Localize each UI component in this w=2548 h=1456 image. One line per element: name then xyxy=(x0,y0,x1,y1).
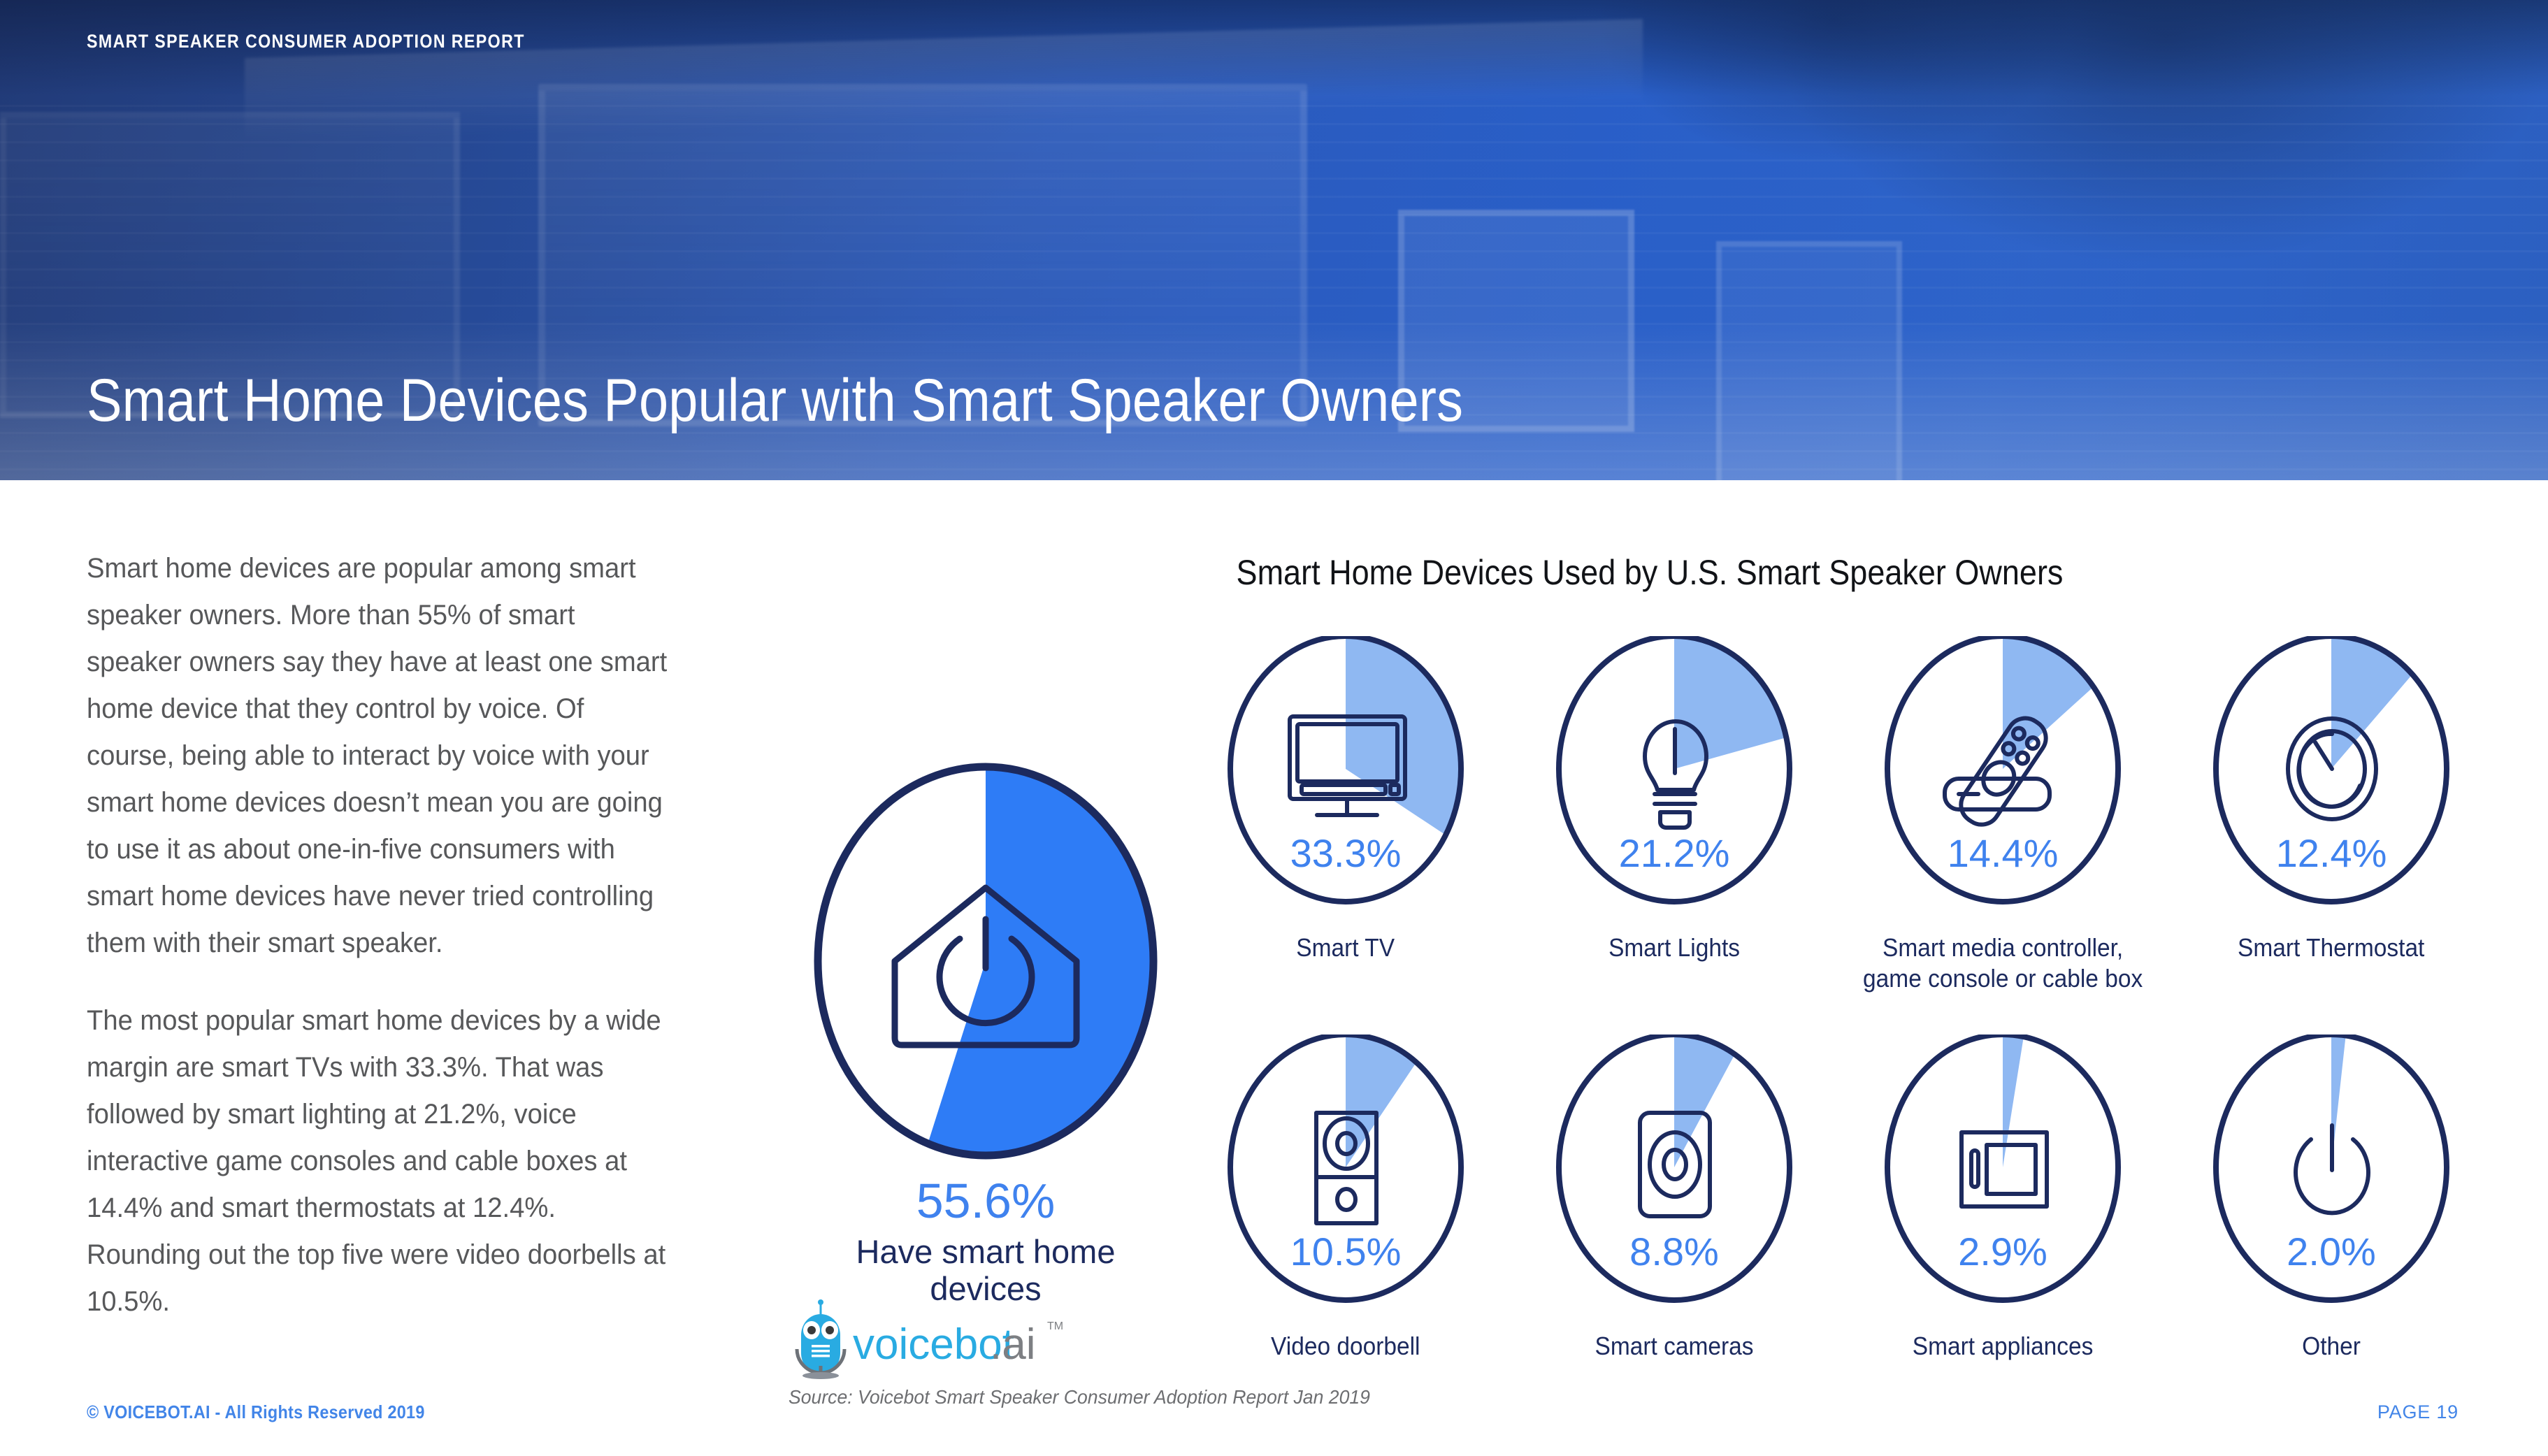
device-pie-label-line2: game console or cable box xyxy=(1862,963,2143,993)
device-pie-svg: 14.4% xyxy=(1885,636,2121,904)
device-pie-chart: 12.4% xyxy=(2209,636,2454,923)
device-pie-svg: 8.8% xyxy=(1556,1034,1792,1303)
highlight-pie-value: 55.6% xyxy=(916,1174,1056,1228)
device-pie-value: 12.4% xyxy=(2276,831,2387,875)
device-pie-chart: 2.9% xyxy=(1880,1034,2125,1321)
device-pie-row-2: 10.5% Video doorbell 8.8% Smart cameras xyxy=(1181,1034,2496,1362)
highlight-pie-wedge xyxy=(928,767,1153,1155)
device-pie-label: Smart appliances xyxy=(1913,1331,2094,1362)
body-paragraph-1: Smart home devices are popular among sma… xyxy=(87,553,668,958)
device-pie-value: 8.8% xyxy=(1629,1230,1719,1274)
device-pie-cell[interactable]: 2.0% Other xyxy=(2167,1034,2496,1362)
device-pie-svg: 12.4% xyxy=(2213,636,2449,904)
device-pie-svg: 10.5% xyxy=(1228,1034,1464,1303)
device-pie-cell[interactable]: 10.5% Video doorbell xyxy=(1181,1034,1510,1362)
device-pie-label-line1: Smart appliances xyxy=(1912,1331,2094,1360)
device-pie-chart: 8.8% xyxy=(1552,1034,1797,1321)
highlight-pie-chart xyxy=(811,758,1160,1164)
device-pie-wedge xyxy=(1674,1034,1735,1167)
device-pie-svg: 21.2% xyxy=(1556,636,1792,904)
device-pie-grid: 33.3% Smart TV 21.2% Smart Lights 14.4% … xyxy=(1181,636,2496,1362)
voicebot-logo-svg: voicebot .ai TM xyxy=(795,1299,1063,1379)
appliance-icon xyxy=(1959,1130,2049,1209)
device-pie-label-line1: Video doorbell xyxy=(1271,1331,1420,1360)
article-body: Smart home devices are popular among sma… xyxy=(87,545,702,1356)
page-number: PAGE 19 xyxy=(2377,1401,2459,1422)
highlight-pie-svg xyxy=(814,763,1158,1160)
device-pie-label-line1: Smart Lights xyxy=(1608,933,1740,962)
chart-source-note: Source: Voicebot Smart Speaker Consumer … xyxy=(789,1386,1370,1408)
device-pie-label: Smart Lights xyxy=(1608,932,1740,963)
device-pie-cell[interactable]: 21.2% Smart Lights xyxy=(1510,636,1838,994)
device-pie-value: 14.4% xyxy=(1948,831,2059,875)
device-pie-label: Smart media controller, game console or … xyxy=(1863,932,2143,994)
device-pie-value: 2.0% xyxy=(2287,1230,2376,1274)
device-pie-cell[interactable]: 33.3% Smart TV xyxy=(1181,636,1510,994)
device-pie-cell[interactable]: 2.9% Smart appliances xyxy=(1838,1034,2167,1362)
device-pie-chart: 2.0% xyxy=(2209,1034,2454,1321)
device-pie-wedge xyxy=(2003,1034,2024,1167)
device-pie-label: Smart Thermostat xyxy=(2238,932,2424,963)
voicebot-logo[interactable]: voicebot .ai TM xyxy=(789,1299,1068,1379)
device-pie-label: Other xyxy=(2302,1331,2361,1362)
device-pie-label: Smart cameras xyxy=(1595,1331,1754,1362)
device-pie-wedge xyxy=(2003,636,2094,769)
chart-title: Smart Home Devices Used by U.S. Smart Sp… xyxy=(1236,553,2064,592)
body-paragraph-2: The most popular smart home devices by a… xyxy=(87,1005,666,1317)
device-pie-svg: 2.0% xyxy=(2213,1034,2449,1303)
device-pie-row-1: 33.3% Smart TV 21.2% Smart Lights 14.4% … xyxy=(1181,636,2496,994)
device-pie-chart: 33.3% xyxy=(1223,636,1468,923)
device-pie-label: Smart TV xyxy=(1297,932,1395,963)
device-pie-chart: 21.2% xyxy=(1552,636,1797,923)
copyright-notice: © VOICEBOT.AI - All Rights Reserved 2019 xyxy=(87,1401,425,1422)
device-pie-cell[interactable]: 14.4% Smart media controller, game conso… xyxy=(1838,636,2167,994)
trademark-mark: TM xyxy=(1047,1320,1063,1332)
report-kicker: SMART SPEAKER CONSUMER ADOPTION REPORT xyxy=(87,31,525,52)
power-button-icon xyxy=(2294,1123,2370,1216)
device-pie-cell[interactable]: 12.4% Smart Thermostat xyxy=(2167,636,2496,994)
device-pie-value: 2.9% xyxy=(1958,1230,2047,1274)
device-pie-cell[interactable]: 8.8% Smart cameras xyxy=(1510,1034,1838,1362)
device-pie-label-line1: Smart Thermostat xyxy=(2238,933,2425,962)
device-pie-value: 33.3% xyxy=(1290,831,1402,875)
device-pie-label: Video doorbell xyxy=(1271,1331,1420,1362)
device-pie-value: 10.5% xyxy=(1290,1230,1402,1274)
device-pie-label-line1: Smart TV xyxy=(1296,933,1395,962)
device-pie-svg: 2.9% xyxy=(1885,1034,2121,1303)
highlight-stat: 55.6% Have smart home devices xyxy=(800,758,1171,1307)
voicebot-wordmark-tld: .ai xyxy=(990,1320,1035,1369)
robot-microphone-icon xyxy=(795,1299,847,1379)
page-header-banner: SMART SPEAKER CONSUMER ADOPTION REPORT S… xyxy=(0,0,2548,480)
device-pie-svg: 33.3% xyxy=(1228,636,1464,904)
device-pie-label-line1: Smart media controller, xyxy=(1882,933,2124,962)
page-title: Smart Home Devices Popular with Smart Sp… xyxy=(87,367,1464,434)
highlight-pie-label: Have smart home devices xyxy=(856,1233,1116,1307)
thermostat-dial-icon xyxy=(2286,716,2378,821)
device-pie-chart: 10.5% xyxy=(1223,1034,1468,1321)
device-pie-label-line1: Other xyxy=(2302,1331,2361,1360)
device-pie-value: 21.2% xyxy=(1619,831,1730,875)
device-pie-chart: 14.4% xyxy=(1880,636,2125,923)
device-pie-label-line1: Smart cameras xyxy=(1595,1331,1754,1360)
